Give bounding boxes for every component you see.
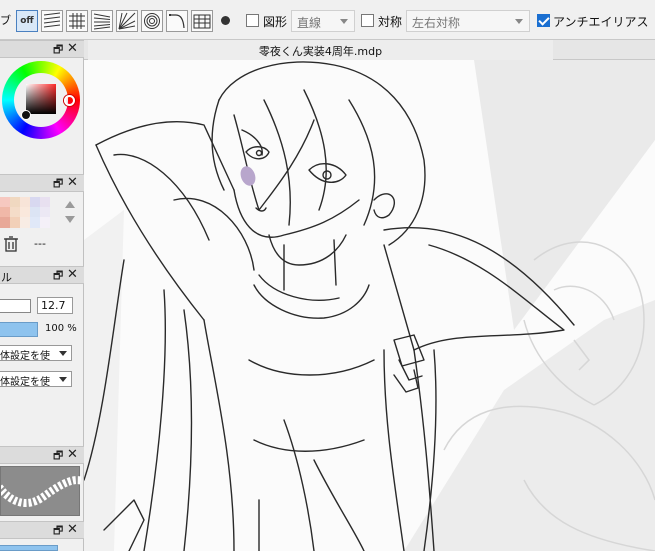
- close-icon[interactable]: ✕: [67, 176, 78, 189]
- brush-preview-header: 🗗 ✕: [0, 446, 84, 464]
- float-window-icon[interactable]: 🗗: [53, 178, 63, 189]
- float-window-icon[interactable]: 🗗: [53, 450, 63, 461]
- layer-panel-header: 🗗 ✕: [0, 521, 84, 539]
- snap-grid-button[interactable]: [66, 10, 88, 32]
- antialias-checkbox[interactable]: [537, 14, 550, 27]
- close-icon[interactable]: ✕: [67, 523, 78, 536]
- snap-perspective-button[interactable]: [191, 10, 213, 32]
- blend-mode-dropdown-1[interactable]: 体設定を使: [0, 345, 72, 361]
- document-tab-title: 零夜くん実装4周年.mdp: [258, 45, 383, 58]
- snap-vanishing-button[interactable]: [91, 10, 113, 32]
- close-icon[interactable]: ✕: [67, 42, 78, 55]
- snap-concentric-button[interactable]: [141, 10, 163, 32]
- hue-marker[interactable]: [64, 95, 75, 106]
- close-icon[interactable]: ✕: [67, 448, 78, 461]
- shape-label: 図形: [263, 15, 288, 29]
- concentric-circles-icon: [144, 13, 160, 29]
- brush-size-slider[interactable]: [0, 299, 31, 313]
- symmetry-select[interactable]: 左右対称: [406, 10, 530, 32]
- vanishing-point-icon: [93, 13, 111, 30]
- symmetry-select-value: 左右対称: [412, 16, 461, 30]
- chevron-down-icon: [340, 19, 348, 24]
- color-swatch[interactable]: [20, 217, 30, 228]
- brush-stroke-preview: [0, 466, 85, 516]
- stroke-preview-image: [0, 476, 85, 507]
- radial-lines-icon: [118, 12, 136, 30]
- color-swatch[interactable]: [0, 217, 10, 228]
- sv-marker[interactable]: [21, 110, 31, 120]
- color-swatch[interactable]: [10, 217, 20, 228]
- layer-selection-bar[interactable]: [0, 545, 58, 551]
- grid-icon: [193, 14, 211, 29]
- snap-radial-button[interactable]: [116, 10, 138, 32]
- color-panel-header: 🗗 ✕: [0, 40, 84, 58]
- chevron-down-icon: [59, 351, 67, 356]
- color-swatch[interactable]: [30, 217, 40, 228]
- trash-icon[interactable]: [3, 236, 19, 252]
- snap-off-label: off: [20, 16, 34, 26]
- blend-mode-dropdown-2[interactable]: 体設定を使: [0, 371, 72, 387]
- snap-curve-button[interactable]: [166, 10, 188, 32]
- blend-mode-dropdown-2-value: 体設定を使: [0, 377, 50, 387]
- antialias-label: アンチエイリアス（全体: [553, 15, 655, 29]
- scroll-down-icon[interactable]: [65, 216, 75, 223]
- brush-panel-header: ル 🗗 ✕: [0, 266, 84, 284]
- opacity-slider[interactable]: [0, 322, 38, 337]
- layer-name-text: ---: [34, 237, 46, 250]
- curve-icon: [169, 14, 185, 29]
- saturation-value-box[interactable]: [26, 84, 56, 114]
- snap-parallel-button[interactable]: [41, 10, 63, 32]
- shape-select[interactable]: 直線: [291, 10, 355, 32]
- float-window-icon[interactable]: 🗗: [53, 44, 63, 55]
- drawing-canvas[interactable]: [84, 60, 655, 551]
- shape-checkbox[interactable]: [246, 14, 259, 27]
- parallel-lines-icon: [43, 12, 61, 28]
- blend-mode-dropdown-1-value: 体設定を使: [0, 351, 50, 361]
- color-swatches: [0, 197, 52, 228]
- lineart-drawing: [84, 60, 655, 551]
- float-window-icon[interactable]: 🗗: [53, 525, 63, 536]
- toolbar-cut-label: ブ: [0, 14, 11, 27]
- brush-dot-icon[interactable]: [221, 16, 230, 25]
- document-tab[interactable]: 零夜くん実装4周年.mdp: [88, 40, 553, 60]
- app-window: ブ off 図形 直線 対称 左右対称 アンチエイリアス 零夜くん実装4周年.m…: [0, 0, 655, 551]
- close-icon[interactable]: ✕: [67, 268, 78, 281]
- brush-size-input[interactable]: 12.7: [37, 297, 73, 314]
- scroll-up-icon[interactable]: [65, 201, 75, 208]
- color-swatch[interactable]: [40, 217, 50, 228]
- brush-panel-title: ル: [1, 271, 12, 284]
- shape-select-value: 直線: [297, 16, 322, 30]
- chevron-down-icon: [59, 377, 67, 382]
- snap-off-button[interactable]: off: [16, 10, 38, 32]
- float-window-icon[interactable]: 🗗: [53, 270, 63, 281]
- palette-panel-header: 🗗 ✕: [0, 174, 84, 192]
- opacity-value: 100 %: [45, 323, 77, 334]
- crisscross-icon: [69, 13, 85, 29]
- symmetry-checkbox[interactable]: [361, 14, 374, 27]
- toolbar: ブ off 図形 直線 対称 左右対称 アンチエイリアス: [0, 0, 655, 40]
- chevron-down-icon: [515, 19, 523, 24]
- symmetry-label: 対称: [378, 15, 403, 29]
